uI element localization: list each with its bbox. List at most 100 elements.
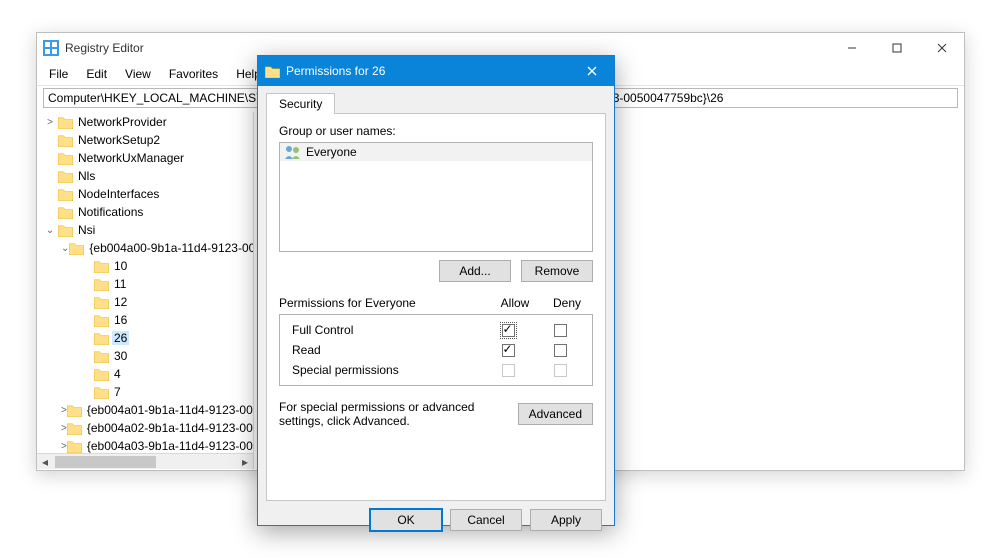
tree-item[interactable]: >16 (37, 311, 253, 329)
tab-strip: Security (258, 86, 614, 113)
folder-icon (93, 367, 109, 381)
folder-icon (93, 259, 109, 273)
folder-icon (57, 187, 73, 201)
tree-item-label: NetworkProvider (76, 115, 169, 129)
tree-item[interactable]: >{eb004a02-9b1a-11d4-9123-0050047759bc} (37, 419, 253, 437)
chevron-down-icon[interactable]: ⌄ (43, 225, 57, 236)
group-name: Everyone (306, 145, 357, 159)
maximize-button[interactable] (874, 33, 919, 63)
cancel-button[interactable]: Cancel (450, 509, 522, 531)
allow-checkbox[interactable] (502, 344, 515, 357)
tree-item[interactable]: ⌄ {eb004a00-9b1a-11d4-9123-0050047759bc} (37, 239, 253, 257)
groups-list[interactable]: Everyone (279, 142, 593, 252)
tree-item[interactable]: >NetworkUxManager (37, 149, 253, 167)
menu-edit[interactable]: Edit (78, 65, 115, 83)
tree-item[interactable]: >Notifications (37, 203, 253, 221)
menu-file[interactable]: File (41, 65, 76, 83)
scroll-right-icon[interactable]: ▸ (237, 455, 253, 469)
tree-item[interactable]: >7 (37, 383, 253, 401)
tree-item-label: Nsi (76, 223, 97, 237)
tree-item[interactable]: ⌄ Nsi (37, 221, 253, 239)
folder-icon (57, 133, 73, 147)
tree-item[interactable]: >26 (37, 329, 253, 347)
tree-item[interactable]: >10 (37, 257, 253, 275)
folder-icon (67, 403, 82, 417)
tree-item-label: NetworkSetup2 (76, 133, 162, 147)
dialog-footer: OK Cancel Apply (258, 509, 614, 541)
folder-icon (93, 385, 109, 399)
menu-favorites[interactable]: Favorites (161, 65, 226, 83)
chevron-right-icon[interactable]: > (43, 117, 57, 128)
groups-label: Group or user names: (279, 124, 593, 138)
tab-body: Group or user names: Everyone Add... Rem… (266, 113, 606, 501)
deny-checkbox[interactable] (554, 344, 567, 357)
folder-icon (57, 205, 73, 219)
tree-item[interactable]: >{eb004a01-9b1a-11d4-9123-0050047759bc} (37, 401, 253, 419)
folder-icon (67, 439, 82, 453)
col-allow: Allow (489, 296, 541, 310)
advanced-button[interactable]: Advanced (518, 403, 593, 425)
folder-icon (69, 241, 84, 255)
folder-icon (93, 277, 109, 291)
tree-item-label: {eb004a03-9b1a-11d4-9123-0050047759bc} (85, 439, 254, 453)
folder-icon (93, 349, 109, 363)
permission-name: Special permissions (286, 363, 482, 377)
tree-item[interactable]: >4 (37, 365, 253, 383)
close-button[interactable] (919, 33, 964, 63)
group-row-everyone[interactable]: Everyone (280, 143, 592, 161)
folder-icon (57, 151, 73, 165)
tree-item-label: 11 (112, 277, 128, 291)
tree-item-label: 10 (112, 259, 129, 273)
permissions-for-label: Permissions for Everyone (279, 296, 489, 310)
tree-item-label: {eb004a00-9b1a-11d4-9123-0050047759bc} (87, 241, 254, 255)
menu-view[interactable]: View (117, 65, 159, 83)
dialog-titlebar[interactable]: Permissions for 26 (258, 56, 614, 86)
folder-icon (57, 115, 73, 129)
tree-item[interactable]: >Nls (37, 167, 253, 185)
col-deny: Deny (541, 296, 593, 310)
tree-item-label: NodeInterfaces (76, 187, 161, 201)
folder-icon (57, 169, 73, 183)
tree-item-label: 7 (112, 385, 123, 399)
add-button[interactable]: Add... (439, 260, 511, 282)
tree-item[interactable]: >NetworkSetup2 (37, 131, 253, 149)
advanced-text: For special permissions or advanced sett… (279, 400, 518, 428)
allow-checkbox[interactable] (502, 324, 515, 337)
folder-icon (93, 295, 109, 309)
minimize-button[interactable] (829, 33, 874, 63)
tree-item-label: {eb004a02-9b1a-11d4-9123-0050047759bc} (85, 421, 254, 435)
permission-name: Read (286, 343, 482, 357)
apply-button[interactable]: Apply (530, 509, 602, 531)
scroll-left-icon[interactable]: ◂ (37, 455, 53, 469)
permission-name: Full Control (286, 323, 482, 337)
tree-item[interactable]: >30 (37, 347, 253, 365)
horizontal-scrollbar[interactable]: ◂ ▸ (37, 453, 253, 469)
folder-icon (93, 331, 109, 345)
remove-button[interactable]: Remove (521, 260, 593, 282)
tree-item-label: Nls (76, 169, 97, 183)
folder-icon (264, 64, 280, 78)
tree-item-label: 26 (112, 331, 129, 345)
permissions-header: Permissions for Everyone Allow Deny (279, 296, 593, 310)
tree-view[interactable]: > NetworkProvider >NetworkSetup2>NetworkUx… (37, 112, 254, 469)
deny-checkbox (554, 364, 567, 377)
tree-item[interactable]: > NetworkProvider (37, 113, 253, 131)
tree-item[interactable]: >NodeInterfaces (37, 185, 253, 203)
tab-security[interactable]: Security (266, 93, 335, 114)
scroll-thumb[interactable] (55, 456, 156, 468)
chevron-down-icon[interactable]: ⌄ (61, 243, 69, 254)
dialog-title: Permissions for 26 (286, 64, 385, 78)
tree-item[interactable]: >12 (37, 293, 253, 311)
ok-button[interactable]: OK (370, 509, 442, 531)
permission-row: Special permissions (286, 360, 586, 380)
deny-checkbox[interactable] (554, 324, 567, 337)
tree-item-label: 16 (112, 313, 129, 327)
tree-item-label: Notifications (76, 205, 145, 219)
tree-item-label: {eb004a01-9b1a-11d4-9123-0050047759bc} (85, 403, 254, 417)
folder-icon (57, 223, 73, 237)
regedit-icon (43, 40, 59, 56)
tree-item[interactable]: >11 (37, 275, 253, 293)
tree-item-label: 4 (112, 367, 123, 381)
folder-icon (93, 313, 109, 327)
dialog-close-button[interactable] (569, 56, 614, 86)
